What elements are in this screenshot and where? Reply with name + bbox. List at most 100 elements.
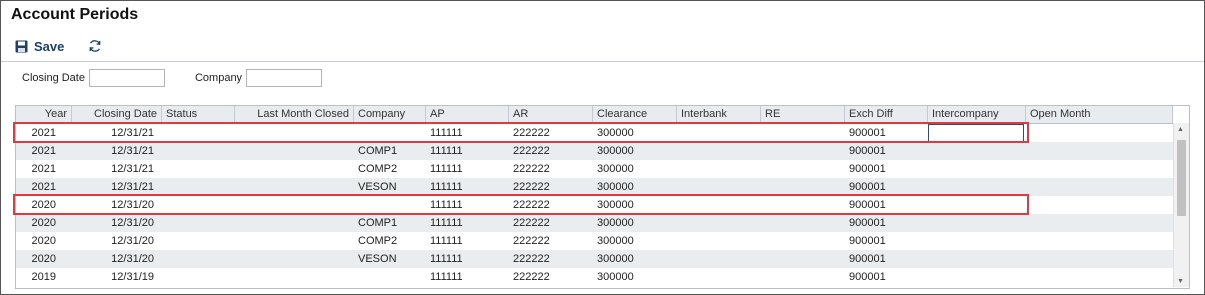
table-cell[interactable]: 222222: [513, 178, 591, 196]
table-cell[interactable]: 300000: [597, 160, 675, 178]
table-cell[interactable]: 12/31/21: [72, 178, 154, 196]
table-cell[interactable]: 111111: [430, 268, 506, 286]
table-cell[interactable]: [166, 250, 232, 268]
table-cell[interactable]: 300000: [597, 196, 675, 214]
scroll-thumb[interactable]: [1177, 140, 1186, 216]
table-row[interactable]: 2020 12/31/20 COMP1 111111 222222 300000 90000…: [16, 214, 1173, 232]
table-cell[interactable]: [166, 268, 232, 286]
table-cell[interactable]: 900001: [849, 232, 925, 250]
table-cell[interactable]: [765, 232, 843, 250]
column-header[interactable]: Year: [16, 106, 72, 123]
table-cell[interactable]: [239, 160, 351, 178]
table-cell[interactable]: [1030, 124, 1170, 142]
table-cell[interactable]: [932, 268, 1024, 286]
column-header[interactable]: Clearance: [593, 106, 677, 123]
table-cell[interactable]: 111111: [430, 142, 506, 160]
table-cell[interactable]: [681, 142, 759, 160]
table-cell[interactable]: [1030, 196, 1170, 214]
column-header[interactable]: Open Month: [1026, 106, 1173, 123]
table-cell[interactable]: 900001: [849, 196, 925, 214]
table-cell[interactable]: 2021: [16, 160, 56, 178]
table-cell[interactable]: 900001: [849, 160, 925, 178]
table-cell[interactable]: [932, 178, 1024, 196]
table-cell[interactable]: [765, 268, 843, 286]
table-row[interactable]: 2021 12/31/21 COMP2 111111 222222 300000 90000…: [16, 160, 1173, 178]
table-cell[interactable]: 300000: [597, 268, 675, 286]
table-cell[interactable]: 2021: [16, 124, 56, 142]
table-cell[interactable]: COMP1: [358, 142, 424, 160]
table-cell[interactable]: 2020: [16, 232, 56, 250]
table-cell[interactable]: [765, 160, 843, 178]
table-cell[interactable]: [681, 196, 759, 214]
table-cell[interactable]: [932, 214, 1024, 232]
table-cell[interactable]: 300000: [597, 232, 675, 250]
table-cell[interactable]: 12/31/20: [72, 196, 154, 214]
table-cell[interactable]: [239, 196, 351, 214]
table-cell[interactable]: [1030, 142, 1170, 160]
vertical-scrollbar[interactable]: ▲ ▼: [1173, 123, 1189, 287]
table-cell[interactable]: 222222: [513, 196, 591, 214]
table-cell[interactable]: 300000: [597, 178, 675, 196]
table-cell[interactable]: 300000: [597, 124, 675, 142]
table-row[interactable]: 2020 12/31/20 111111 222222 300000 900001: [16, 196, 1173, 214]
table-cell[interactable]: [1030, 214, 1170, 232]
table-cell[interactable]: 2020: [16, 214, 56, 232]
table-cell[interactable]: [239, 142, 351, 160]
table-cell[interactable]: COMP1: [358, 214, 424, 232]
table-cell[interactable]: 222222: [513, 250, 591, 268]
refresh-button[interactable]: [88, 39, 102, 53]
table-cell[interactable]: [358, 124, 424, 142]
table-row[interactable]: 2020 12/31/20 VESON 111111 222222 300000 90000…: [16, 250, 1173, 268]
table-cell[interactable]: [239, 178, 351, 196]
table-cell[interactable]: [166, 178, 232, 196]
column-header[interactable]: Company: [354, 106, 426, 123]
table-cell[interactable]: 111111: [430, 196, 506, 214]
table-cell[interactable]: 900001: [849, 250, 925, 268]
table-cell[interactable]: [239, 232, 351, 250]
table-cell[interactable]: 222222: [513, 232, 591, 250]
table-cell[interactable]: 222222: [513, 214, 591, 232]
table-cell[interactable]: [681, 250, 759, 268]
table-cell[interactable]: [681, 268, 759, 286]
table-cell[interactable]: COMP2: [358, 160, 424, 178]
table-cell[interactable]: [681, 160, 759, 178]
table-cell[interactable]: 300000: [597, 250, 675, 268]
table-cell[interactable]: [765, 142, 843, 160]
closing-date-input[interactable]: [88, 69, 165, 87]
table-cell[interactable]: [358, 268, 424, 286]
table-cell[interactable]: [358, 196, 424, 214]
table-cell[interactable]: 900001: [849, 124, 925, 142]
table-cell[interactable]: [1030, 160, 1170, 178]
column-header[interactable]: AP: [426, 106, 509, 123]
table-cell[interactable]: [765, 214, 843, 232]
table-cell[interactable]: 900001: [849, 142, 925, 160]
table-cell[interactable]: 111111: [430, 160, 506, 178]
table-cell[interactable]: 222222: [513, 142, 591, 160]
table-cell[interactable]: 300000: [597, 214, 675, 232]
table-cell[interactable]: [681, 178, 759, 196]
table-cell[interactable]: 222222: [513, 160, 591, 178]
table-cell[interactable]: 2021: [16, 178, 56, 196]
table-cell[interactable]: 12/31/19: [72, 268, 154, 286]
table-cell[interactable]: 2020: [16, 196, 56, 214]
save-button[interactable]: Save: [15, 39, 64, 54]
column-header[interactable]: Interbank: [677, 106, 761, 123]
table-row[interactable]: 2020 12/31/20 COMP2 111111 222222 300000 90000…: [16, 232, 1173, 250]
table-cell[interactable]: [932, 232, 1024, 250]
table-cell[interactable]: [681, 214, 759, 232]
table-cell[interactable]: [166, 196, 232, 214]
table-row[interactable]: 2021 12/31/21 COMP1 111111 222222 300000 90000…: [16, 142, 1173, 160]
table-cell[interactable]: [239, 250, 351, 268]
table-cell[interactable]: 12/31/20: [72, 214, 154, 232]
table-cell[interactable]: 111111: [430, 214, 506, 232]
table-cell[interactable]: [239, 268, 351, 286]
column-header[interactable]: Last Month Closed: [235, 106, 354, 123]
table-cell[interactable]: [1030, 268, 1170, 286]
table-cell[interactable]: 12/31/21: [72, 124, 154, 142]
table-cell[interactable]: [681, 232, 759, 250]
table-row[interactable]: 2019 12/31/19 111111 222222 300000 900001: [16, 268, 1173, 286]
table-cell[interactable]: 2020: [16, 250, 56, 268]
table-row[interactable]: 2021 12/31/21 VESON 111111 222222 300000 90000…: [16, 178, 1173, 196]
table-cell[interactable]: 12/31/21: [72, 142, 154, 160]
table-cell[interactable]: [932, 142, 1024, 160]
